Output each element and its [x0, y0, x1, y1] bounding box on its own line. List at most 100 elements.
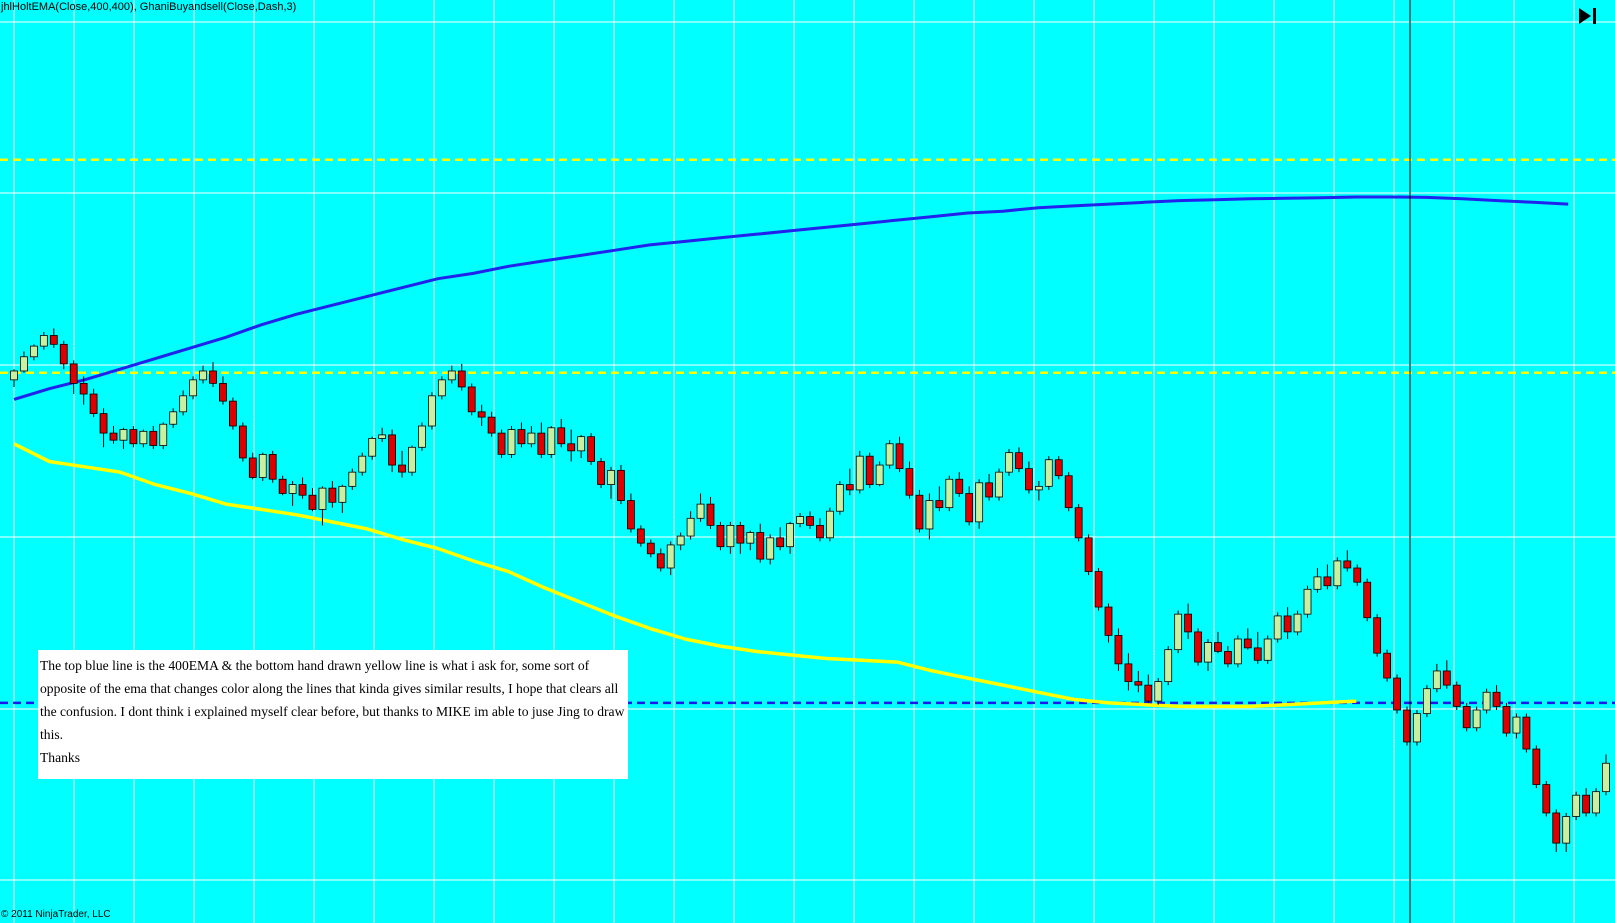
up-candle — [766, 537, 775, 560]
down-candle — [1353, 567, 1362, 583]
down-candle — [816, 525, 824, 539]
up-candle — [1562, 816, 1571, 844]
down-candle — [1393, 677, 1401, 711]
up-candle — [786, 523, 794, 548]
down-candle — [1462, 706, 1471, 729]
up-candle — [408, 446, 416, 473]
up-candle — [189, 379, 198, 397]
down-candle — [905, 468, 914, 496]
up-candle — [1333, 560, 1342, 587]
annotation-note: The top blue line is the 400EMA & the bo… — [38, 650, 628, 779]
up-candle — [1423, 688, 1431, 714]
up-candle — [1572, 794, 1581, 817]
up-candle — [1204, 642, 1212, 663]
up-candle — [1005, 452, 1013, 473]
down-candle — [388, 434, 397, 466]
down-candle — [557, 427, 566, 445]
down-candle — [1084, 537, 1093, 572]
indicator-label: jhlHoltEMA(Close,400,400), GhaniBuyandse… — [1, 1, 297, 13]
down-candle — [617, 469, 625, 501]
down-candle — [1582, 794, 1590, 814]
up-candle — [199, 370, 207, 381]
up-candle — [447, 370, 456, 381]
down-candle — [636, 528, 645, 544]
down-candle — [228, 400, 237, 427]
down-candle — [149, 430, 158, 446]
down-candle — [865, 455, 874, 485]
down-candle — [597, 461, 605, 485]
down-candle — [627, 500, 635, 530]
down-candle — [845, 484, 854, 491]
down-candle — [1224, 651, 1232, 665]
down-candle — [1074, 507, 1083, 539]
up-candle — [1413, 713, 1421, 743]
down-candle — [1383, 652, 1391, 679]
down-candle — [985, 482, 993, 498]
up-candle — [10, 370, 18, 381]
down-candle — [1492, 691, 1501, 707]
up-candle — [1154, 681, 1163, 702]
up-candle — [1044, 459, 1053, 487]
down-candle — [209, 370, 217, 384]
down-candle — [129, 429, 138, 445]
up-candle — [975, 482, 984, 523]
down-candle — [248, 457, 257, 478]
chart-grid — [0, 0, 1615, 923]
down-candle — [736, 525, 745, 544]
down-candle — [1502, 706, 1511, 734]
up-candle — [318, 487, 327, 510]
down-candle — [806, 516, 814, 526]
down-candle — [1243, 638, 1252, 649]
down-candle — [1025, 468, 1033, 491]
up-candle — [119, 429, 128, 441]
down-candle — [517, 429, 526, 445]
up-candle — [427, 395, 436, 427]
down-candle — [49, 335, 58, 345]
up-candle — [378, 434, 387, 439]
down-candle — [1532, 748, 1541, 785]
down-candle — [1552, 812, 1561, 844]
down-candle — [706, 503, 715, 526]
down-candle — [537, 432, 546, 455]
up-candle — [1602, 762, 1610, 793]
up-candle — [855, 455, 864, 491]
up-candle — [39, 335, 48, 347]
down-candle — [308, 494, 317, 510]
down-candle — [1363, 581, 1372, 619]
up-candle — [1263, 638, 1272, 661]
up-candle — [418, 425, 426, 448]
up-candle — [875, 464, 884, 485]
down-candle — [1253, 647, 1262, 661]
down-candle — [69, 363, 78, 384]
up-candle — [686, 517, 695, 537]
down-candle — [587, 436, 595, 462]
skip-to-end-icon[interactable] — [1577, 6, 1599, 26]
up-candle — [1432, 670, 1441, 690]
note-body: The top blue line is the 400EMA & the bo… — [40, 658, 625, 742]
down-candle — [99, 413, 108, 434]
up-candle — [139, 430, 148, 445]
up-candle — [696, 503, 705, 519]
down-candle — [1104, 606, 1113, 636]
up-candle — [338, 485, 347, 503]
ema-400-line — [13, 195, 1569, 401]
down-candle — [1214, 642, 1222, 652]
up-candle — [368, 438, 377, 457]
price-chart[interactable] — [0, 0, 1615, 923]
down-candle — [477, 411, 486, 418]
down-candle — [776, 537, 785, 548]
up-candle — [835, 484, 844, 512]
up-candle — [169, 411, 178, 425]
down-candle — [955, 478, 964, 494]
up-candle — [29, 345, 38, 358]
down-candle — [487, 416, 496, 434]
up-candle — [1482, 691, 1491, 711]
down-candle — [109, 432, 118, 441]
up-candle — [826, 510, 834, 539]
up-candle — [746, 532, 755, 544]
chart-window: jhlHoltEMA(Close,400,400), GhaniBuyandse… — [0, 0, 1615, 923]
down-candle — [298, 484, 307, 496]
down-candle — [1064, 475, 1073, 509]
up-candle — [159, 423, 168, 446]
down-candle — [1283, 615, 1292, 633]
